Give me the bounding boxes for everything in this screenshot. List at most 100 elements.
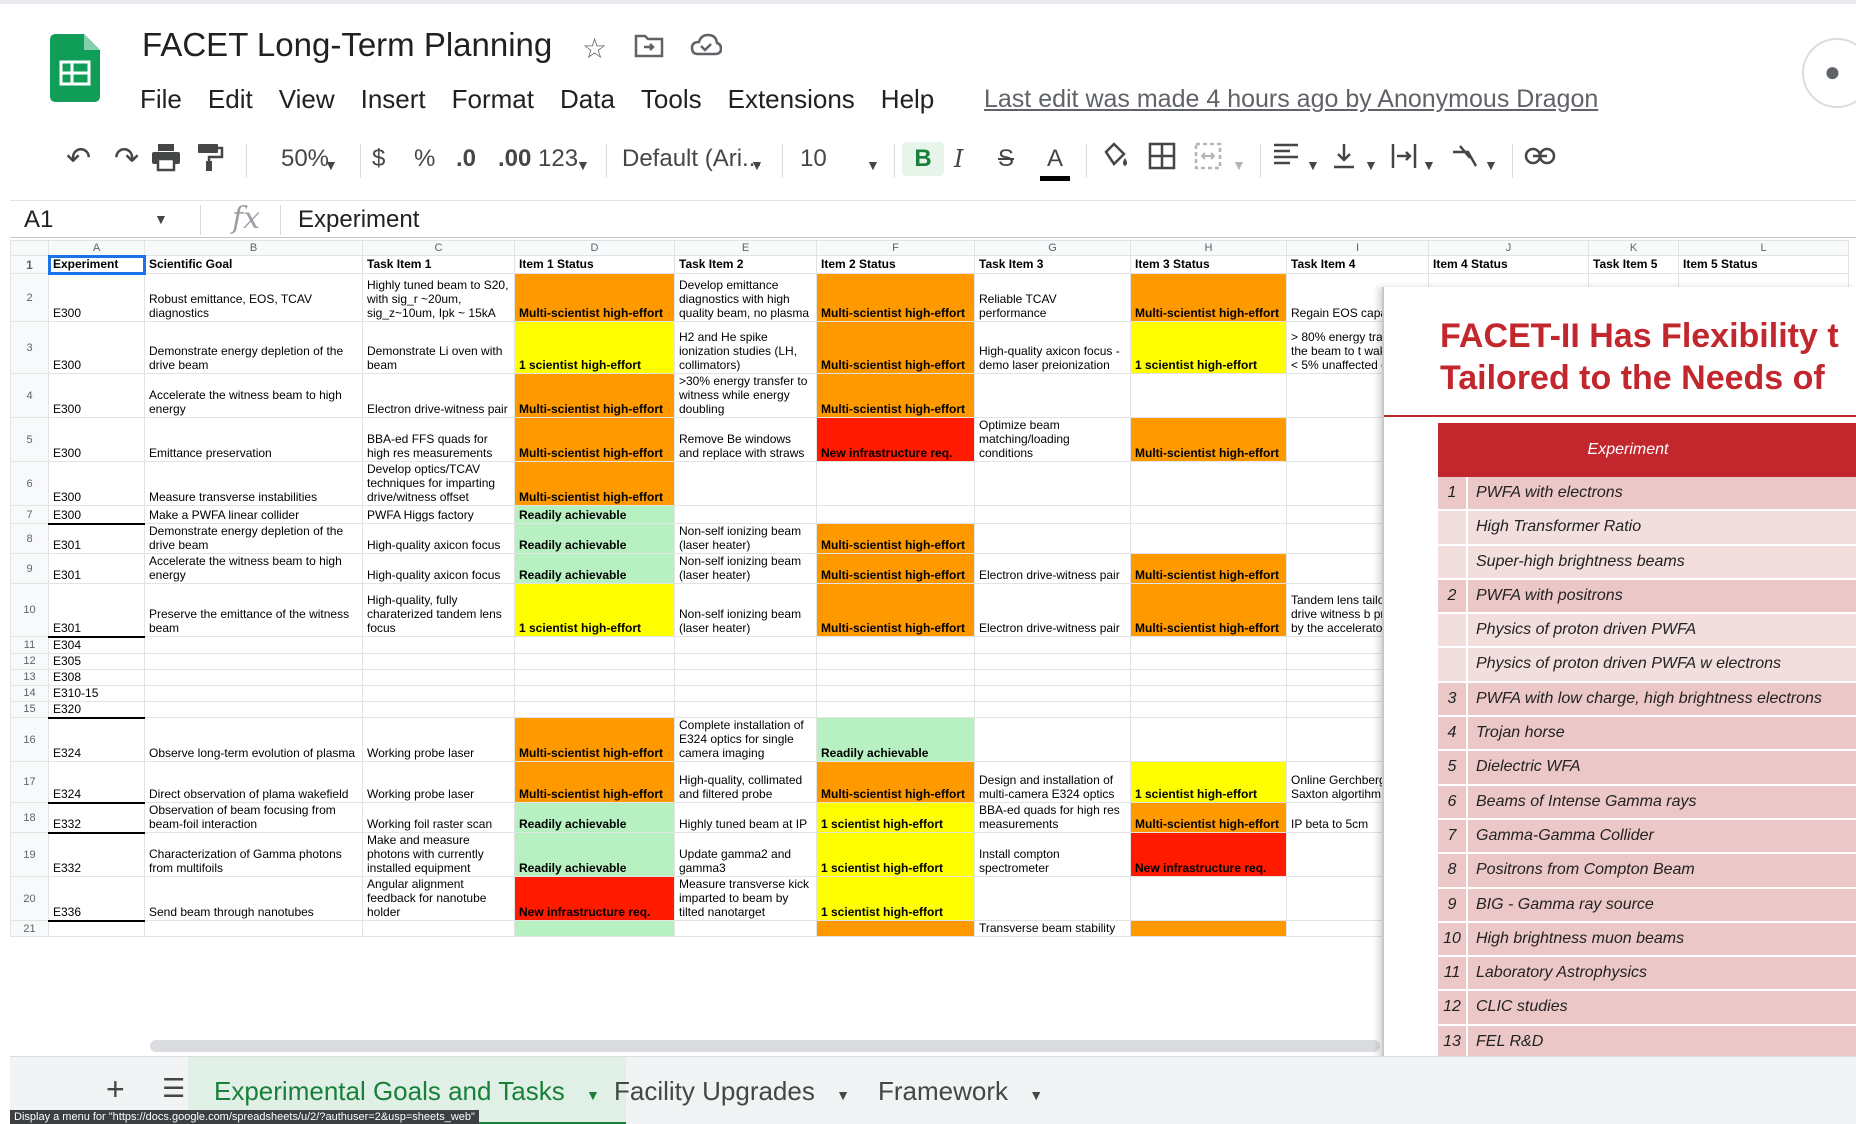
percent-format-button[interactable]: % xyxy=(414,142,435,176)
all-sheets-menu-icon[interactable]: ☰ xyxy=(162,1073,185,1104)
cell[interactable]: E300 xyxy=(48,373,145,418)
cell[interactable]: 1 scientist high-effort xyxy=(1130,761,1287,803)
currency-format-button[interactable]: $ xyxy=(372,142,385,176)
row-header[interactable]: 2 xyxy=(10,273,49,322)
header-cell[interactable]: Item 4 Status xyxy=(1428,255,1589,274)
cell[interactable]: Optimize beam matching/loading condition… xyxy=(974,417,1131,462)
cell[interactable] xyxy=(674,684,817,702)
menu-tools[interactable]: Tools xyxy=(641,82,714,116)
cell[interactable] xyxy=(144,684,363,702)
cell[interactable]: Direct observation of plama wakefield xyxy=(144,761,363,803)
cell[interactable] xyxy=(974,876,1131,921)
cell[interactable]: Multi-scientist high-effort xyxy=(1130,553,1287,584)
cell[interactable] xyxy=(144,920,363,937)
cell[interactable]: Multi-scientist high-effort xyxy=(514,417,675,462)
cell[interactable]: Send beam through nanotubes xyxy=(144,876,363,921)
cell[interactable]: Readily achievable xyxy=(514,505,675,524)
chevron-down-icon[interactable]: ▼ xyxy=(154,211,168,227)
cell[interactable]: E332 xyxy=(48,801,145,833)
cell[interactable]: Readily achievable xyxy=(514,832,675,877)
cell[interactable]: Multi-scientist high-effort xyxy=(816,321,975,374)
cell[interactable]: Transverse beam stability xyxy=(974,920,1131,937)
number-format-button[interactable]: 123 xyxy=(538,142,578,176)
font-family-select[interactable]: Default (Ari... xyxy=(622,142,762,176)
cell[interactable]: New infrastructure req. xyxy=(1130,832,1287,877)
borders-icon[interactable] xyxy=(1148,142,1176,180)
cell[interactable]: Multi-scientist high-effort xyxy=(816,553,975,584)
row-header[interactable]: 20 xyxy=(10,876,49,921)
italic-button[interactable]: I xyxy=(954,142,963,176)
row-header[interactable]: 3 xyxy=(10,321,49,374)
cell[interactable]: E320 xyxy=(48,700,145,718)
cell[interactable]: Remove Be windows and replace with straw… xyxy=(674,417,817,462)
cell[interactable] xyxy=(974,668,1131,686)
cell[interactable]: Characterization of Gamma photons from m… xyxy=(144,832,363,877)
cell[interactable] xyxy=(48,919,145,937)
cell[interactable] xyxy=(974,523,1131,554)
cell[interactable]: Measure transverse kick imparted to beam… xyxy=(674,876,817,921)
header-cell[interactable]: Item 2 Status xyxy=(816,255,975,274)
cell[interactable]: Develop emittance diagnostics with high … xyxy=(674,273,817,322)
cell[interactable]: Multi-scientist high-effort xyxy=(514,461,675,506)
cell[interactable] xyxy=(362,700,515,718)
merge-cells-icon[interactable] xyxy=(1194,142,1222,180)
cell[interactable]: Multi-scientist high-effort xyxy=(514,373,675,418)
cell[interactable]: Multi-scientist high-effort xyxy=(514,761,675,803)
menu-extensions[interactable]: Extensions xyxy=(728,82,867,116)
row-header[interactable]: 17 xyxy=(10,761,49,803)
cell[interactable]: Install compton spectrometer xyxy=(974,832,1131,877)
menu-format[interactable]: Format xyxy=(452,82,546,116)
chevron-down-icon[interactable]: ▼ xyxy=(750,148,764,182)
increase-decimal-button[interactable]: .00 xyxy=(498,142,531,176)
cell[interactable] xyxy=(514,636,675,654)
cell[interactable] xyxy=(816,505,975,524)
cell[interactable] xyxy=(674,461,817,506)
column-header-k[interactable]: K xyxy=(1588,240,1679,256)
text-rotation-icon[interactable] xyxy=(1450,142,1480,180)
add-sheet-icon[interactable]: + xyxy=(106,1071,125,1108)
column-header-j[interactable]: J xyxy=(1428,240,1589,256)
row-header[interactable]: 1 xyxy=(10,255,49,274)
column-header-f[interactable]: F xyxy=(816,240,975,256)
header-cell[interactable]: Task Item 4 xyxy=(1286,255,1429,274)
cell[interactable]: High-quality, fully charaterized tandem … xyxy=(362,583,515,637)
print-icon[interactable] xyxy=(150,142,182,182)
cell[interactable]: E336 xyxy=(48,876,145,921)
column-header-l[interactable]: L xyxy=(1678,240,1849,256)
column-header-d[interactable]: D xyxy=(514,240,675,256)
cell[interactable] xyxy=(1130,523,1287,554)
cell[interactable]: Non-self ionizing beam (laser heater) xyxy=(674,523,817,554)
cell[interactable]: Highly tuned beam to S20, with sig_r ~20… xyxy=(362,273,515,322)
account-avatar[interactable]: ● xyxy=(1802,38,1856,108)
row-header[interactable]: 21 xyxy=(10,920,49,937)
cell[interactable] xyxy=(674,920,817,937)
cell[interactable] xyxy=(1130,700,1287,718)
cell[interactable]: 1 scientist high-effort xyxy=(514,583,675,637)
cell[interactable]: High-quality axicon focus - demo laser p… xyxy=(974,321,1131,374)
cell[interactable]: E300 xyxy=(48,321,145,374)
move-folder-icon[interactable] xyxy=(634,32,664,65)
cell[interactable] xyxy=(1130,636,1287,654)
cell[interactable]: Working probe laser xyxy=(362,717,515,762)
select-all-corner[interactable] xyxy=(10,240,49,256)
cell[interactable] xyxy=(1130,920,1287,937)
cell[interactable]: High-quality axicon focus xyxy=(362,523,515,554)
cell[interactable]: 1 scientist high-effort xyxy=(1130,321,1287,374)
cell[interactable]: Working probe laser xyxy=(362,761,515,803)
column-header-a[interactable]: A xyxy=(48,240,145,256)
header-cell[interactable]: Experiment xyxy=(47,254,146,275)
cell[interactable]: Multi-scientist high-effort xyxy=(514,273,675,322)
cell[interactable]: New infrastructure req. xyxy=(514,876,675,921)
cell[interactable]: Working foil raster scan xyxy=(362,802,515,833)
cell[interactable]: PWFA Higgs factory xyxy=(362,505,515,524)
cell[interactable]: E324 xyxy=(48,716,145,762)
cell[interactable]: Preserve the emittance of the witness be… xyxy=(144,583,363,637)
tab-framework[interactable]: Framework ▼ xyxy=(852,1057,1069,1124)
cell[interactable] xyxy=(816,700,975,718)
document-title[interactable]: FACET Long-Term Planning xyxy=(142,26,552,64)
cell[interactable]: Non-self ionizing beam (laser heater) xyxy=(674,553,817,584)
cell[interactable]: Multi-scientist high-effort xyxy=(1130,583,1287,637)
cell[interactable]: Electron drive-witness pair xyxy=(362,373,515,418)
chevron-down-icon[interactable]: ▼ xyxy=(1306,148,1320,182)
cell[interactable] xyxy=(674,700,817,718)
